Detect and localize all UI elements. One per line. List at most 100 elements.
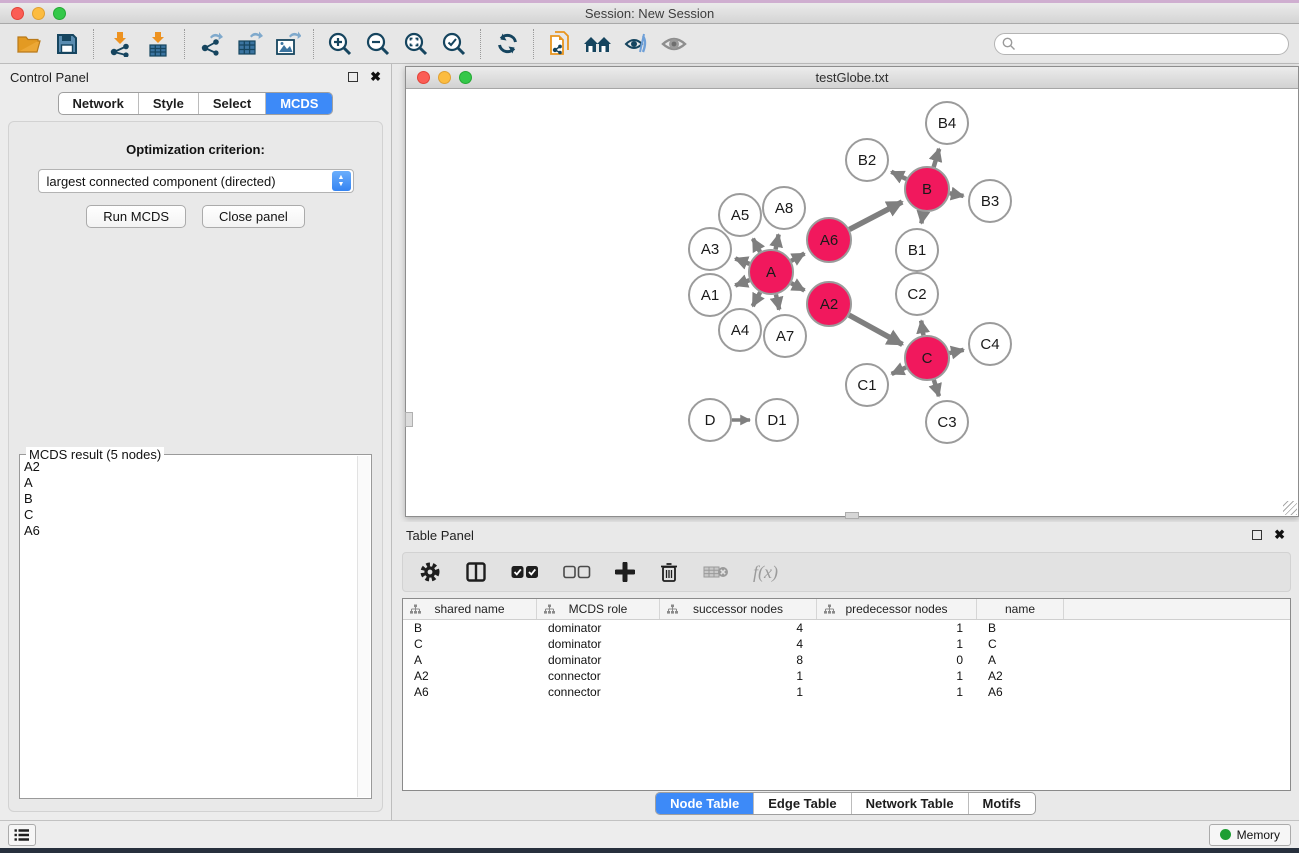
edge-C-C3[interactable] bbox=[934, 380, 939, 396]
cell-name: B bbox=[977, 620, 1064, 636]
close-table-panel-icon[interactable]: ✖ bbox=[1274, 530, 1285, 540]
edge-A-A3[interactable] bbox=[735, 259, 749, 264]
search-input[interactable] bbox=[994, 33, 1289, 55]
mcds-result-item[interactable]: C bbox=[24, 507, 356, 523]
show-hide-panel-button[interactable] bbox=[655, 27, 693, 61]
column-view-icon bbox=[465, 561, 487, 583]
column-header-successor-nodes[interactable]: successor nodes bbox=[660, 599, 817, 619]
edge-C-C4[interactable] bbox=[949, 350, 963, 353]
import-table-button[interactable] bbox=[139, 27, 177, 61]
close-panel-icon[interactable]: ✖ bbox=[370, 72, 381, 82]
window-bottom-grip[interactable] bbox=[845, 512, 859, 519]
cell-successor-nodes: 4 bbox=[660, 636, 817, 652]
tab-select[interactable]: Select bbox=[198, 93, 265, 114]
edge-A-A4[interactable] bbox=[753, 292, 760, 306]
open-folder-icon bbox=[16, 32, 43, 56]
edge-A-A1[interactable] bbox=[735, 280, 749, 285]
node-label-A3: A3 bbox=[701, 241, 719, 258]
toolbar-separator bbox=[533, 29, 534, 59]
edge-A-A5[interactable] bbox=[753, 239, 760, 252]
table-row[interactable]: A2connector11A2 bbox=[403, 668, 1290, 684]
node-label-A6: A6 bbox=[820, 232, 838, 249]
zoom-selected-button[interactable] bbox=[435, 27, 473, 61]
save-session-button[interactable] bbox=[48, 27, 86, 61]
select-all-checkboxes-button[interactable] bbox=[511, 565, 539, 579]
hide-graphics-details-button[interactable] bbox=[617, 27, 655, 61]
task-history-button[interactable] bbox=[8, 824, 36, 846]
eye-slash-icon bbox=[623, 32, 649, 56]
home-apply-layout-button[interactable] bbox=[579, 27, 617, 61]
edge-C-C2[interactable] bbox=[921, 321, 923, 336]
control-panel: Control Panel ✖ NetworkStyleSelectMCDS O… bbox=[0, 64, 392, 820]
export-network-button[interactable] bbox=[192, 27, 230, 61]
delete-table-button[interactable] bbox=[703, 564, 729, 580]
delete-columns-button[interactable] bbox=[659, 561, 679, 583]
export-image-button[interactable] bbox=[268, 27, 306, 61]
export-table-button[interactable] bbox=[230, 27, 268, 61]
node-label-C4: C4 bbox=[980, 336, 999, 353]
column-view-button[interactable] bbox=[465, 561, 487, 583]
edge-A-A6[interactable] bbox=[791, 254, 804, 261]
edge-B-B4[interactable] bbox=[934, 149, 939, 167]
settings-gear-button[interactable] bbox=[419, 561, 441, 583]
mcds-result-item[interactable]: B bbox=[24, 491, 356, 507]
network-window-titlebar[interactable]: testGlobe.txt bbox=[406, 67, 1298, 89]
cell-shared-name: A6 bbox=[403, 684, 537, 700]
tab-node-table[interactable]: Node Table bbox=[656, 793, 753, 814]
mcds-result-item[interactable]: A bbox=[24, 475, 356, 491]
tab-network-table[interactable]: Network Table bbox=[851, 793, 968, 814]
cell-predecessor-nodes: 1 bbox=[817, 684, 977, 700]
table-row[interactable]: Bdominator41B bbox=[403, 620, 1290, 636]
refresh-view-button[interactable] bbox=[488, 27, 526, 61]
mcds-result-item[interactable]: A6 bbox=[24, 523, 356, 539]
window-resize-grip[interactable] bbox=[1283, 501, 1297, 515]
edge-A-A8[interactable] bbox=[776, 234, 779, 249]
criterion-dropdown[interactable]: largest connected component (directed) ▲… bbox=[38, 169, 354, 193]
tab-mcds[interactable]: MCDS bbox=[265, 93, 332, 114]
edge-B-B2[interactable] bbox=[891, 172, 906, 179]
open-file-button[interactable] bbox=[10, 27, 48, 61]
add-column-button[interactable] bbox=[615, 562, 635, 582]
column-header-MCDS-role[interactable]: MCDS role bbox=[537, 599, 660, 619]
edge-A-A7[interactable] bbox=[776, 294, 779, 309]
window-left-grip[interactable] bbox=[405, 412, 413, 427]
zoom-in-button[interactable] bbox=[321, 27, 359, 61]
import-network-button[interactable] bbox=[101, 27, 139, 61]
deselect-all-checkboxes-button[interactable] bbox=[563, 565, 591, 579]
dropdown-stepper-icon: ▲▼ bbox=[332, 171, 351, 191]
edge-B-B1[interactable] bbox=[921, 212, 923, 224]
table-row[interactable]: A6connector11A6 bbox=[403, 684, 1290, 700]
float-table-panel-icon[interactable] bbox=[1252, 530, 1262, 540]
column-header-shared-name[interactable]: shared name bbox=[403, 599, 537, 619]
duplicate-network-button[interactable] bbox=[541, 27, 579, 61]
mcds-result-item[interactable]: A2 bbox=[24, 459, 356, 475]
edge-C-C1[interactable] bbox=[892, 367, 906, 373]
cell-name: C bbox=[977, 636, 1064, 652]
edge-A-A2[interactable] bbox=[791, 283, 804, 290]
tab-motifs[interactable]: Motifs bbox=[968, 793, 1035, 814]
memory-button[interactable]: Memory bbox=[1209, 824, 1291, 846]
tab-edge-table[interactable]: Edge Table bbox=[753, 793, 850, 814]
close-panel-button[interactable]: Close panel bbox=[202, 205, 305, 228]
function-builder-button[interactable]: f(x) bbox=[753, 562, 778, 583]
table-row[interactable]: Adominator80A bbox=[403, 652, 1290, 668]
network-canvas[interactable]: B4B2BB3A8A5A6B1A3AA1C2A2A4A7CC4C1C3DD1 bbox=[406, 89, 1298, 516]
float-panel-icon[interactable] bbox=[348, 72, 358, 82]
checked-boxes-icon bbox=[511, 565, 539, 579]
tab-style[interactable]: Style bbox=[138, 93, 198, 114]
run-mcds-button[interactable]: Run MCDS bbox=[86, 205, 186, 228]
zoom-fit-button[interactable] bbox=[397, 27, 435, 61]
trash-icon bbox=[659, 561, 679, 583]
column-header-predecessor-nodes[interactable]: predecessor nodes bbox=[817, 599, 977, 619]
table-row[interactable]: Cdominator41C bbox=[403, 636, 1290, 652]
cell-shared-name: A2 bbox=[403, 668, 537, 684]
column-header-name[interactable]: name bbox=[977, 599, 1064, 619]
edge-B-B3[interactable] bbox=[950, 193, 964, 196]
edge-A2-C[interactable] bbox=[849, 315, 902, 344]
cell-MCDS-role: connector bbox=[537, 684, 660, 700]
main-toolbar bbox=[0, 24, 1299, 64]
mcds-list-scrollbar[interactable] bbox=[357, 456, 370, 797]
zoom-out-button[interactable] bbox=[359, 27, 397, 61]
tab-network[interactable]: Network bbox=[59, 93, 138, 114]
edge-A6-B[interactable] bbox=[849, 202, 902, 229]
